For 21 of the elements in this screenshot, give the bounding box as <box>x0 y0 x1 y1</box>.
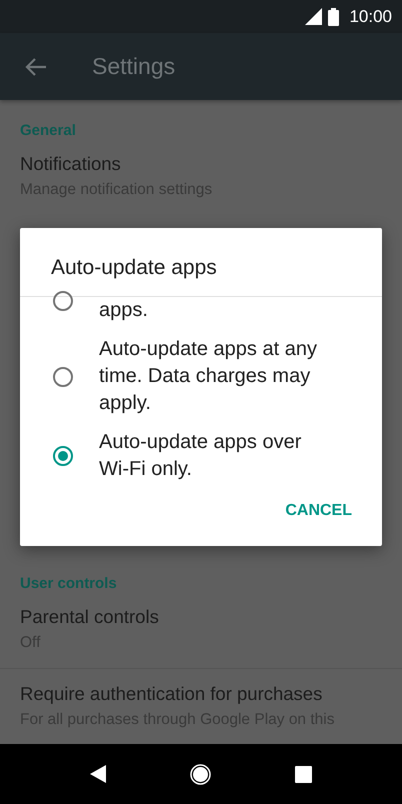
screen-title: Settings <box>92 53 176 80</box>
recents-icon[interactable] <box>295 766 312 782</box>
option-label: Auto-update apps over Wi-Fi only. <box>99 430 302 482</box>
dialog-title: Auto-update apps <box>20 228 382 297</box>
signal-icon <box>305 8 322 25</box>
setting-title[interactable]: Notifications <box>20 153 382 175</box>
section-header: User controls <box>20 575 118 592</box>
battery-icon <box>328 8 340 26</box>
home-icon[interactable] <box>190 764 211 784</box>
back-arrow-icon[interactable] <box>25 56 47 76</box>
setting-title[interactable]: Parental controls <box>20 606 382 628</box>
option-label: Auto-update apps at any time. Data charges may apply. <box>99 337 318 416</box>
radio-button[interactable] <box>53 446 73 466</box>
back-icon[interactable] <box>90 765 106 783</box>
setting-title[interactable]: Require authentication for purchases <box>20 683 382 705</box>
clock: 10:00 <box>349 6 392 26</box>
option-label: apps. <box>99 298 149 323</box>
radio-button[interactable] <box>53 291 73 311</box>
section-header: General <box>20 122 77 139</box>
cancel-button[interactable]: CANCEL <box>275 494 362 528</box>
radio-button[interactable] <box>53 366 73 386</box>
